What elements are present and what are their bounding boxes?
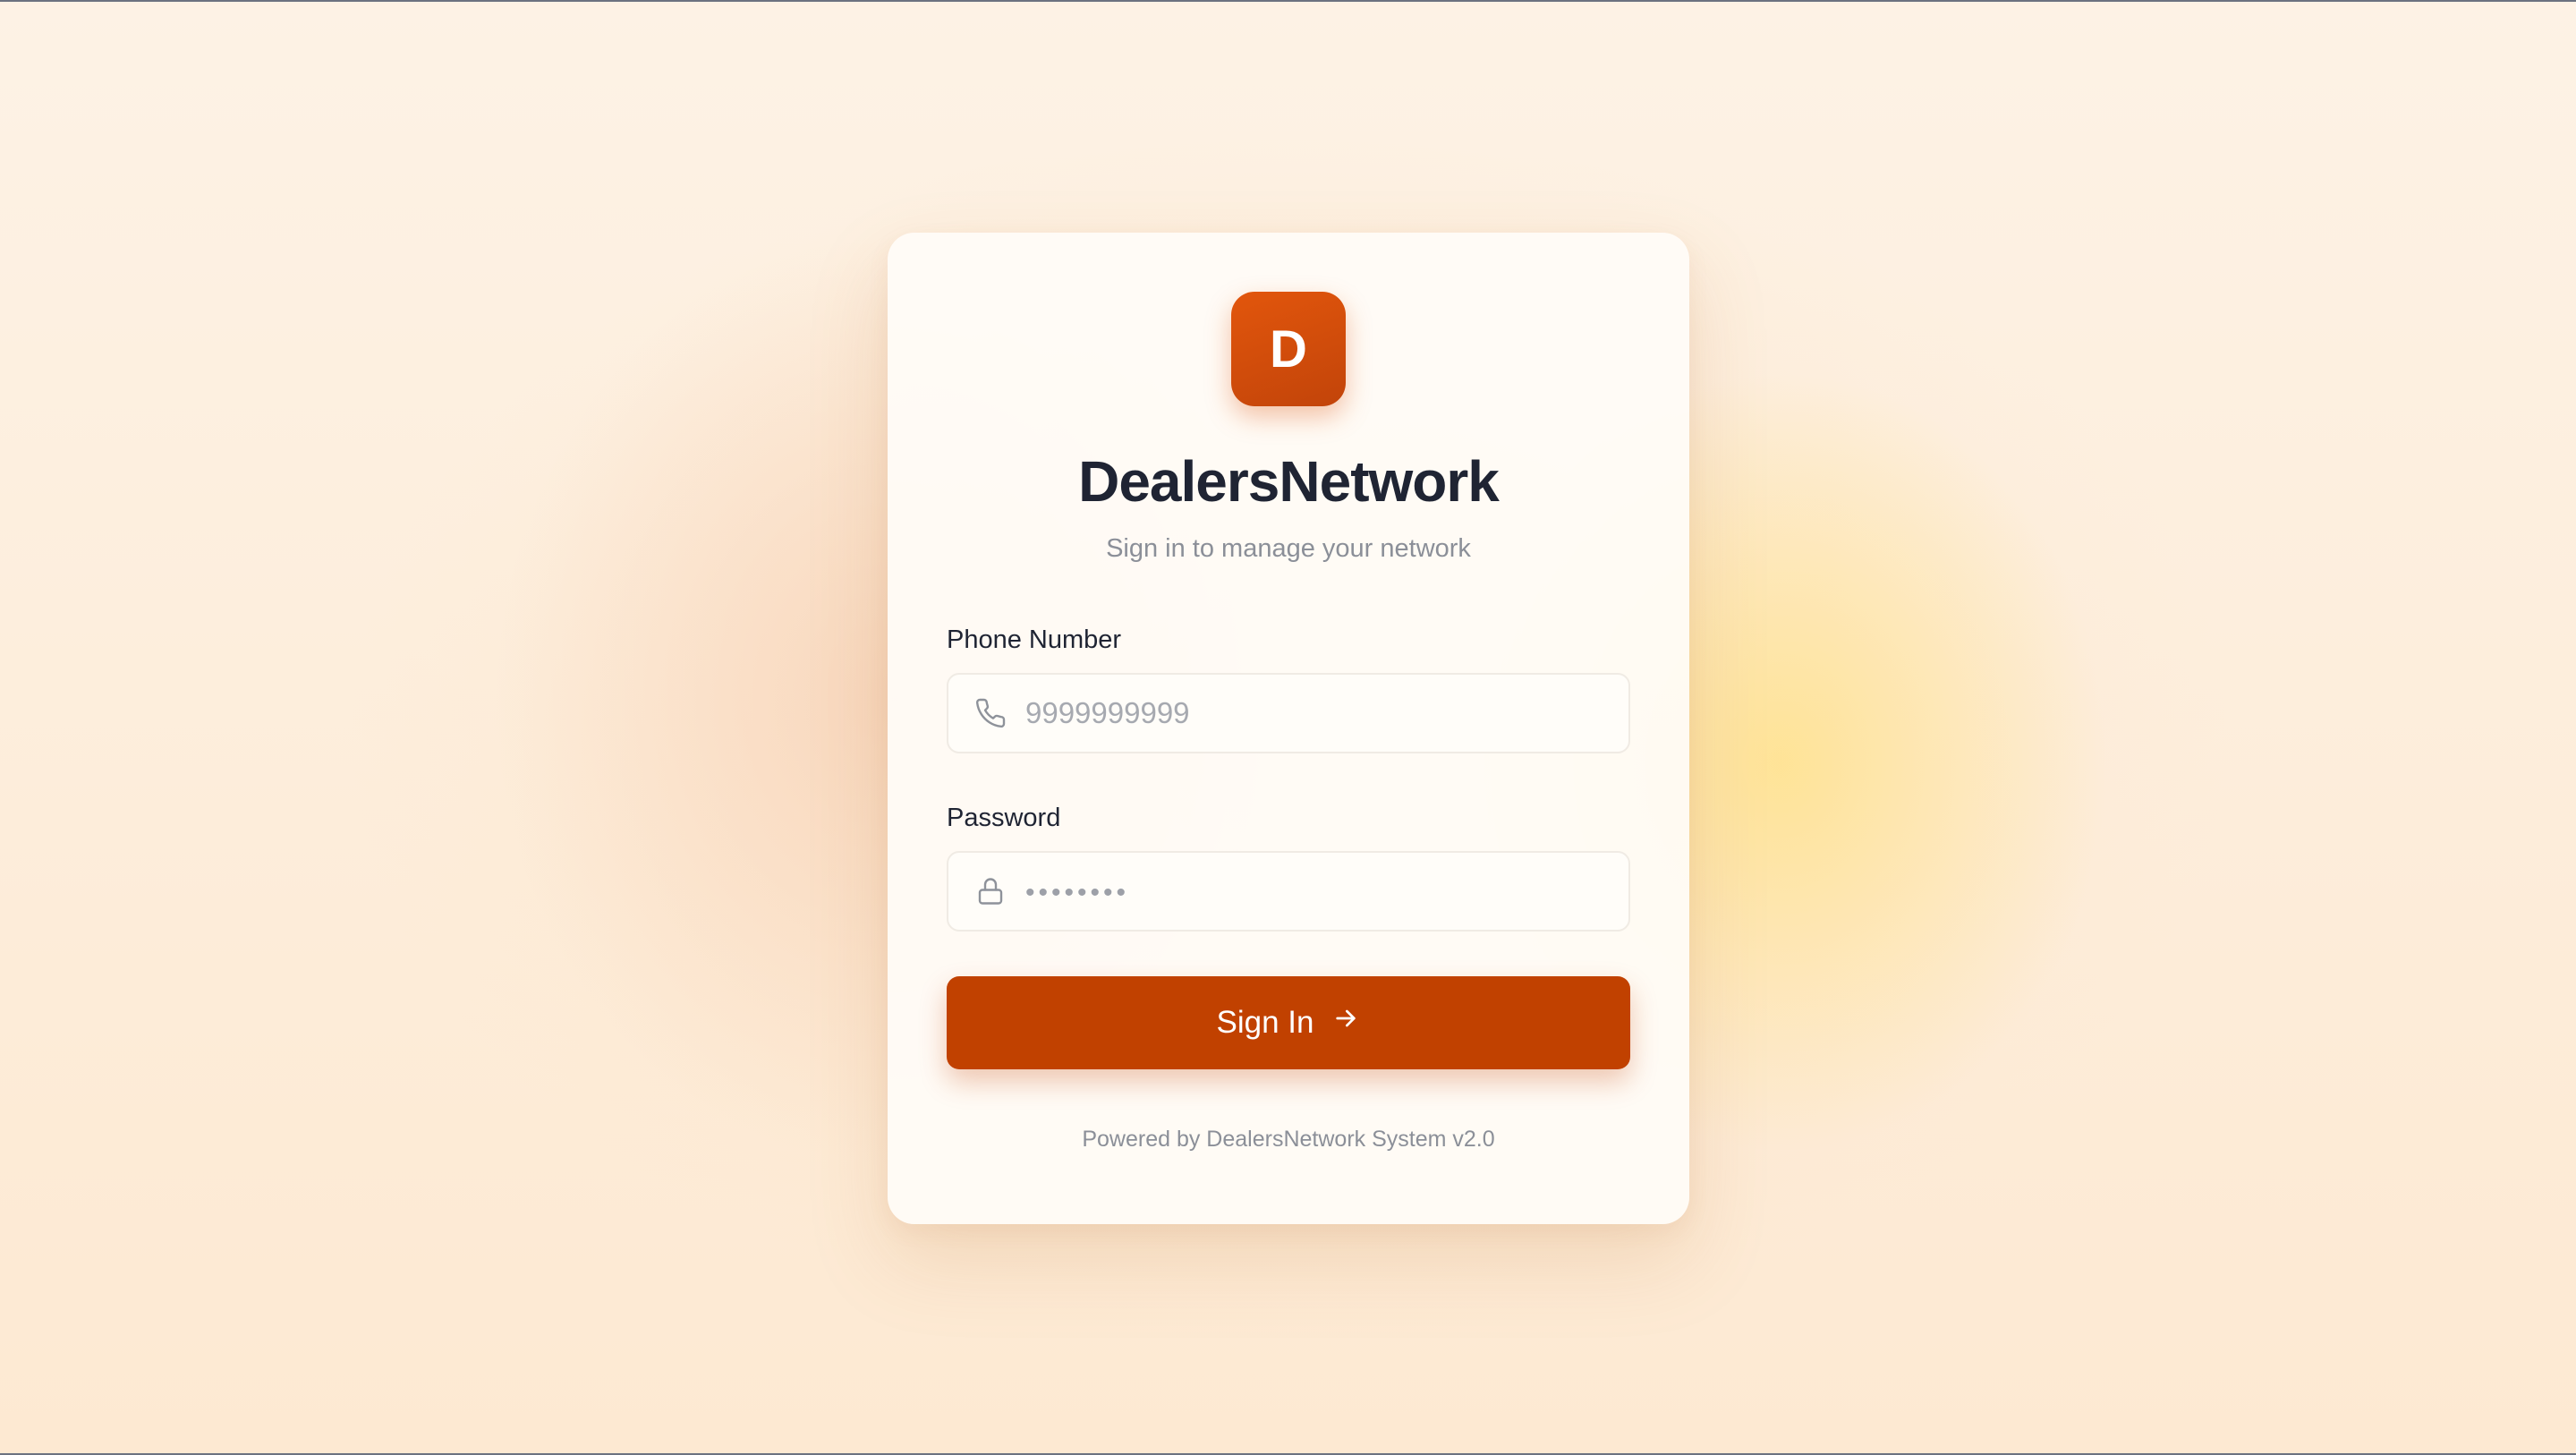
app-title: DealersNetwork: [1078, 449, 1500, 514]
phone-field[interactable]: [947, 672, 1630, 753]
lock-icon: [973, 874, 1007, 908]
password-input[interactable]: [1025, 864, 1628, 918]
app-subtitle: Sign in to manage your network: [1106, 534, 1471, 563]
phone-label: Phone Number: [947, 625, 1122, 654]
phone-icon: [973, 696, 1007, 730]
password-field[interactable]: [947, 850, 1630, 932]
password-label: Password: [947, 803, 1061, 832]
sign-in-label: Sign In: [1216, 1004, 1314, 1040]
logo-letter: D: [1270, 319, 1307, 379]
phone-input[interactable]: [1025, 685, 1628, 740]
arrow-right-icon: [1331, 1004, 1360, 1041]
sign-in-button[interactable]: Sign In: [947, 975, 1630, 1069]
login-card: D DealersNetwork Sign in to manage your …: [888, 233, 1689, 1224]
footer-text: Powered by DealersNetwork System v2.0: [1082, 1126, 1495, 1152]
brand-logo: D: [1231, 292, 1346, 406]
